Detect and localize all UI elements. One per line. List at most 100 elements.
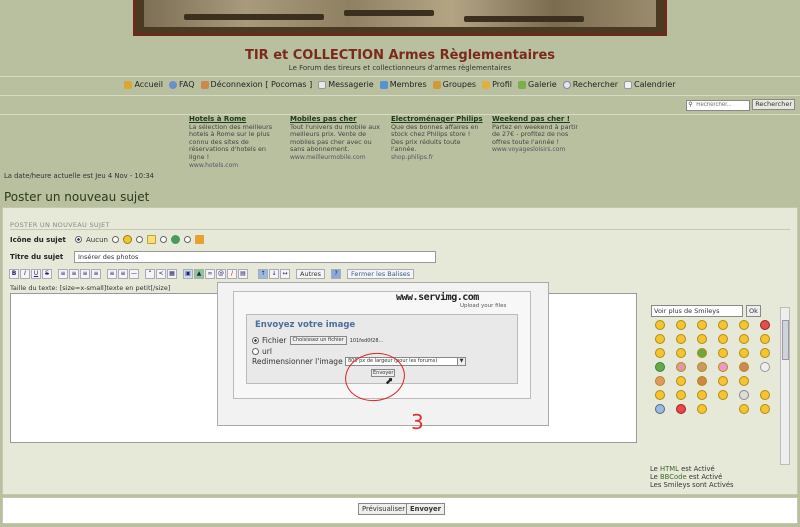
- email-button[interactable]: @: [216, 269, 226, 279]
- smiley-icon[interactable]: [717, 390, 728, 400]
- smiley-icon[interactable]: [759, 390, 770, 400]
- nav-galerie[interactable]: Galerie: [518, 80, 557, 89]
- smiley-icon[interactable]: [717, 348, 728, 358]
- smiley-icon[interactable]: [654, 334, 665, 344]
- ad-url[interactable]: shop.philips.fr: [391, 154, 483, 162]
- smiley-icon[interactable]: [738, 404, 749, 414]
- image-button[interactable]: ▣: [183, 269, 193, 279]
- strike-button[interactable]: S: [42, 269, 52, 279]
- smiley-icon[interactable]: [717, 334, 728, 344]
- scrollbar-thumb[interactable]: [782, 320, 789, 360]
- table-button[interactable]: ▦: [167, 269, 177, 279]
- smiley-icon[interactable]: [717, 320, 728, 330]
- nav-profil[interactable]: Profil: [482, 80, 512, 89]
- smiley-icon[interactable]: [696, 320, 707, 330]
- smiley-icon[interactable]: [696, 376, 707, 386]
- submit-button[interactable]: Envoyer: [406, 503, 445, 515]
- numbered-list-button[interactable]: ≡: [118, 269, 128, 279]
- nav-messagerie[interactable]: Messagerie: [318, 80, 374, 89]
- subject-input[interactable]: Insérer des photos: [74, 251, 436, 263]
- upload-image-button[interactable]: ▲: [194, 269, 204, 279]
- nav-calendrier[interactable]: Calendrier: [624, 80, 676, 89]
- superscript-button[interactable]: ↑: [258, 269, 268, 279]
- smiley-icon[interactable]: [675, 348, 686, 358]
- underline-button[interactable]: U: [31, 269, 41, 279]
- choose-file-button[interactable]: Choisissez un fichier: [289, 336, 347, 345]
- smiley-icon[interactable]: [654, 362, 665, 372]
- smiley-icon[interactable]: [696, 348, 707, 358]
- close-tags-button[interactable]: Fermer les Balises: [347, 269, 415, 279]
- help-button[interactable]: ?: [331, 269, 342, 279]
- smiley-icon[interactable]: [675, 376, 686, 386]
- smiley-icon[interactable]: [759, 404, 770, 414]
- flash-button[interactable]: /: [227, 269, 237, 279]
- html-link[interactable]: HTML: [660, 465, 679, 473]
- smiley-icon[interactable]: [675, 320, 686, 330]
- smiley-icon[interactable]: [759, 334, 770, 344]
- align-left-button[interactable]: ≡: [58, 269, 68, 279]
- smiley-icon[interactable]: [675, 390, 686, 400]
- smiley-icon[interactable]: [654, 376, 665, 386]
- icon-radio[interactable]: [183, 236, 191, 243]
- smiley-icon[interactable]: [759, 362, 770, 372]
- nav-accueil[interactable]: Accueil: [124, 80, 163, 89]
- smiley-icon[interactable]: [675, 334, 686, 344]
- smiley-icon[interactable]: [654, 348, 665, 358]
- nav-groupes[interactable]: Groupes: [432, 80, 476, 89]
- ad-url[interactable]: www.voyagesloisirs.com: [492, 146, 584, 154]
- site-title[interactable]: TIR et COLLECTION Armes Règlementaires: [0, 48, 800, 63]
- nav-deconnexion[interactable]: Déconnexion [ Pocomas ]: [200, 80, 312, 89]
- smiley-icon[interactable]: [738, 362, 749, 372]
- url-radio[interactable]: [252, 348, 259, 355]
- preview-button[interactable]: Prévisualiser: [358, 503, 410, 515]
- smiley-icon[interactable]: [654, 390, 665, 400]
- icon-radio[interactable]: [159, 236, 167, 243]
- smileys-select[interactable]: Voir plus de Smileys: [651, 305, 743, 317]
- scroll-button[interactable]: ↔: [280, 269, 290, 279]
- icon-radio[interactable]: [111, 236, 119, 243]
- icon-radio[interactable]: [135, 236, 143, 243]
- ad-url[interactable]: www.hotels.com: [189, 162, 281, 170]
- hr-button[interactable]: —: [129, 269, 139, 279]
- bbcode-link[interactable]: BBCode: [660, 473, 687, 481]
- smiley-icon[interactable]: [696, 404, 707, 414]
- smiley-icon[interactable]: [696, 362, 707, 372]
- smiley-icon[interactable]: [696, 390, 707, 400]
- search-input[interactable]: [686, 99, 751, 111]
- smiley-icon[interactable]: [675, 404, 686, 414]
- smiley-icon[interactable]: [675, 362, 686, 372]
- smiley-icon[interactable]: [738, 334, 749, 344]
- icon-radio-none[interactable]: [75, 236, 82, 243]
- smileys-ok-button[interactable]: Ok: [746, 305, 761, 317]
- smiley-icon[interactable]: [759, 320, 770, 330]
- smiley-icon[interactable]: [654, 320, 665, 330]
- align-center-button[interactable]: ≡: [69, 269, 79, 279]
- smiley-icon[interactable]: [717, 362, 728, 372]
- smiley-icon[interactable]: [738, 390, 749, 400]
- file-radio[interactable]: [252, 337, 259, 344]
- ad-url[interactable]: www.meilleurmobile.com: [290, 154, 382, 162]
- smiley-icon[interactable]: [759, 348, 770, 358]
- smileys-scrollbar[interactable]: [780, 307, 790, 465]
- nav-membres[interactable]: Membres: [379, 80, 427, 89]
- align-justify-button[interactable]: ≡: [91, 269, 101, 279]
- autres-button[interactable]: Autres: [296, 269, 326, 279]
- bold-button[interactable]: B: [9, 269, 19, 279]
- code-button[interactable]: <: [156, 269, 166, 279]
- smiley-icon[interactable]: [738, 376, 749, 386]
- smiley-icon[interactable]: [717, 376, 728, 386]
- smiley-icon[interactable]: [738, 320, 749, 330]
- smiley-icon[interactable]: [696, 334, 707, 344]
- nav-rechercher[interactable]: Rechercher: [562, 80, 618, 89]
- subscript-button[interactable]: ↓: [269, 269, 279, 279]
- search-button[interactable]: Rechercher: [752, 99, 795, 110]
- list-button[interactable]: ≡: [107, 269, 117, 279]
- link-button[interactable]: ∞: [205, 269, 215, 279]
- nav-faq[interactable]: FAQ: [169, 80, 195, 89]
- smiley-icon[interactable]: [738, 348, 749, 358]
- video-button[interactable]: ▤: [238, 269, 248, 279]
- italic-button[interactable]: I: [20, 269, 30, 279]
- smiley-icon[interactable]: [654, 404, 665, 414]
- align-right-button[interactable]: ≡: [80, 269, 90, 279]
- chevron-down-icon[interactable]: ▼: [457, 357, 466, 366]
